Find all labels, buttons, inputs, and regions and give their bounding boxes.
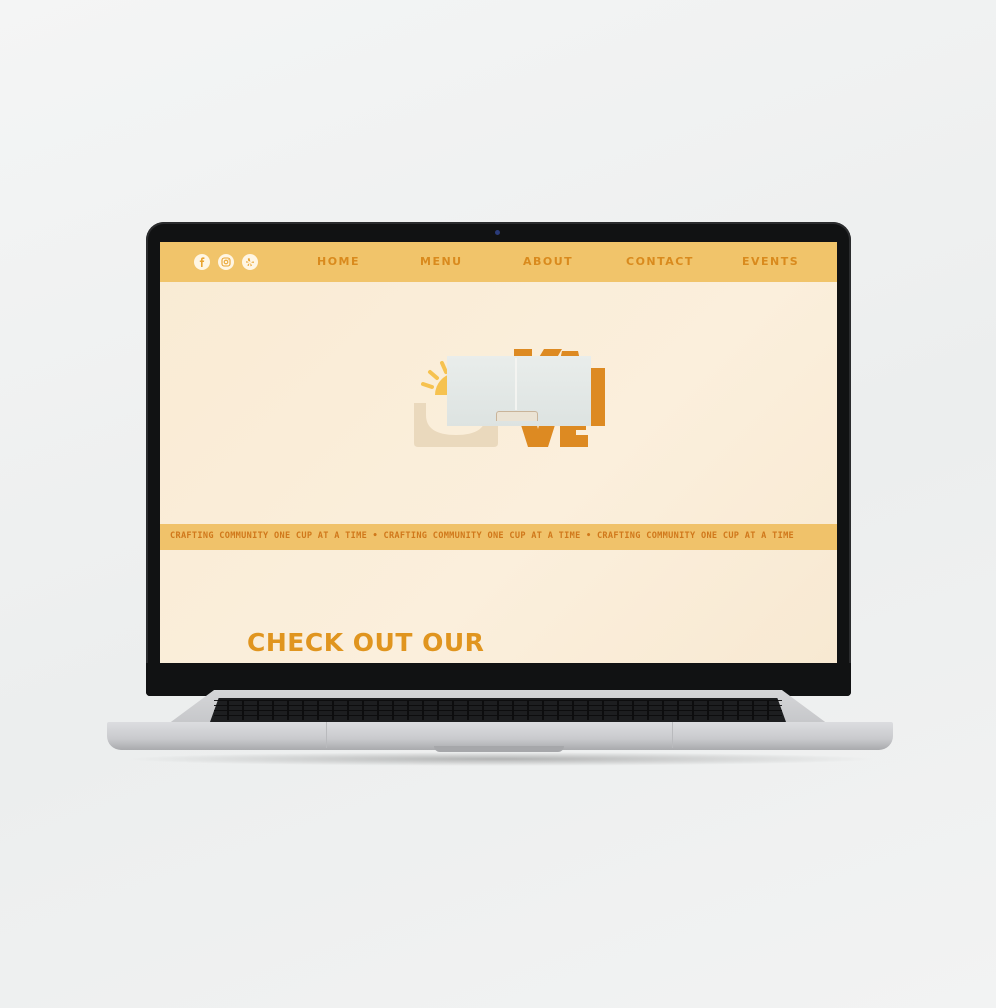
glass-cup: [496, 411, 538, 421]
keyboard-keys: [214, 700, 782, 720]
trackpad-edge-left: [326, 722, 327, 748]
facebook-icon[interactable]: [194, 254, 210, 270]
top-nav: HOME MENU ABOUT CONTACT EVENTS: [160, 242, 837, 282]
nav-menu[interactable]: MENU: [420, 255, 463, 268]
ticker-text: CRAFTING COMMUNITY ONE CUP AT A TIME • C…: [170, 531, 795, 541]
section-headline: CHECK OUT OUR: [247, 628, 485, 657]
mockup-stage: HOME MENU ABOUT CONTACT EVENTS CRAFTING …: [0, 0, 996, 1008]
pour-stream: [515, 358, 517, 410]
tagline-ticker: CRAFTING COMMUNITY ONE CUP AT A TIME • C…: [160, 524, 837, 550]
instagram-icon[interactable]: [218, 254, 234, 270]
accent-bar: [591, 368, 605, 426]
nav-events[interactable]: EVENTS: [742, 255, 799, 268]
nav-about[interactable]: ABOUT: [523, 255, 573, 268]
yelp-icon[interactable]: [242, 254, 258, 270]
website-screen: HOME MENU ABOUT CONTACT EVENTS CRAFTING …: [160, 242, 837, 663]
webcam: [495, 230, 500, 235]
nav-contact[interactable]: CONTACT: [626, 255, 694, 268]
trackpad-edge-right: [672, 722, 673, 748]
laptop-shadow: [120, 752, 880, 766]
nav-home[interactable]: HOME: [317, 255, 360, 268]
